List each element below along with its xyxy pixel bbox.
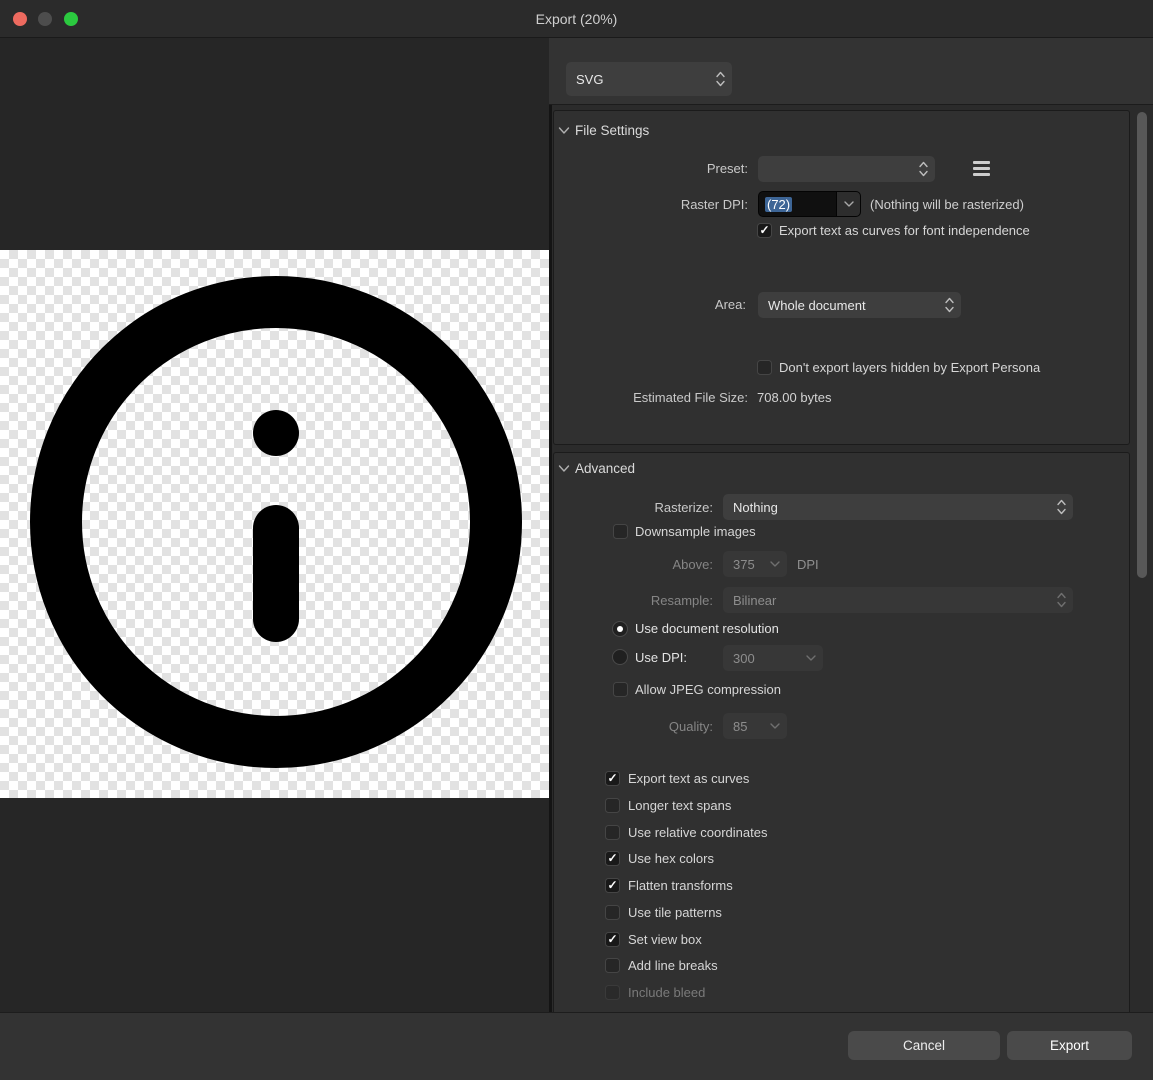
above-dpi-suffix: DPI (797, 557, 819, 573)
info-icon-artwork (0, 250, 549, 798)
stepper-icon (1057, 592, 1066, 608)
rasterize-select[interactable]: Nothing (723, 494, 1073, 520)
check-icon: ✓ (606, 879, 619, 892)
set-view-box-label: Set view box (628, 932, 702, 948)
raster-dpi-label: Raster DPI: (548, 197, 748, 213)
preset-label: Preset: (548, 161, 748, 177)
chevron-down-icon[interactable] (558, 464, 570, 473)
titlebar: Export (20%) (0, 0, 1153, 38)
dont-export-hidden-label: Don't export layers hidden by Export Per… (779, 360, 1040, 376)
export-text-curves-font-label: Export text as curves for font independe… (779, 223, 1030, 239)
include-bleed-label: Include bleed (628, 985, 705, 1001)
downsample-checkbox[interactable]: ✓ (613, 524, 628, 539)
set-view-box-checkbox[interactable]: ✓ (605, 932, 620, 947)
longer-text-spans-label: Longer text spans (628, 798, 731, 814)
check-icon: ✓ (758, 224, 771, 237)
use-dpi-select[interactable]: 300 (723, 645, 823, 671)
raster-dpi-value: (72) (765, 197, 792, 212)
check-icon: ✓ (606, 933, 619, 946)
use-tile-patterns-checkbox[interactable]: ✓ (605, 905, 620, 920)
raster-dpi-dropdown-button[interactable] (836, 191, 861, 217)
chevron-down-icon (770, 561, 780, 567)
export-button[interactable]: Export (1007, 1031, 1132, 1060)
rasterize-label: Rasterize: (513, 500, 713, 516)
use-dpi-select-value: 300 (733, 651, 755, 666)
use-relative-coordinates-checkbox[interactable]: ✓ (605, 825, 620, 840)
scrollbar-thumb[interactable] (1137, 112, 1147, 578)
cancel-button[interactable]: Cancel (848, 1031, 1000, 1060)
chevron-down-icon[interactable] (558, 126, 570, 135)
quality-label: Quality: (513, 719, 713, 735)
area-select[interactable]: Whole document (758, 292, 961, 318)
export-text-as-curves-checkbox[interactable]: ✓ (605, 771, 620, 786)
raster-dpi-note: (Nothing will be rasterized) (870, 197, 1024, 213)
quality-select[interactable]: 85 (723, 713, 787, 739)
dont-export-hidden-checkbox[interactable]: ✓ (757, 360, 772, 375)
above-label: Above: (513, 557, 713, 573)
use-hex-colors-checkbox[interactable]: ✓ (605, 851, 620, 866)
chevron-down-icon (844, 201, 854, 207)
add-line-breaks-label: Add line breaks (628, 958, 718, 974)
footer-bar: Cancel Export (0, 1012, 1153, 1080)
use-relative-coordinates-label: Use relative coordinates (628, 825, 767, 841)
preset-select[interactable] (758, 156, 935, 182)
above-select-value: 375 (733, 557, 755, 572)
preset-menu-icon[interactable] (973, 161, 990, 176)
add-line-breaks-checkbox[interactable]: ✓ (605, 958, 620, 973)
rasterize-select-value: Nothing (733, 500, 778, 515)
area-label: Area: (546, 297, 746, 313)
resample-select[interactable]: Bilinear (723, 587, 1073, 613)
use-dpi-label: Use DPI: (635, 650, 687, 666)
chevron-down-icon (806, 655, 816, 661)
resample-select-value: Bilinear (733, 593, 776, 608)
format-select-value: SVG (576, 72, 603, 87)
canvas-preview (0, 250, 549, 798)
include-bleed-checkbox: ✓ (605, 985, 620, 1000)
stepper-icon (716, 71, 725, 87)
check-icon: ✓ (606, 772, 619, 785)
allow-jpeg-checkbox[interactable]: ✓ (613, 682, 628, 697)
flatten-transforms-checkbox[interactable]: ✓ (605, 878, 620, 893)
resample-label: Resample: (513, 593, 713, 609)
downsample-label: Downsample images (635, 524, 756, 540)
longer-text-spans-checkbox[interactable]: ✓ (605, 798, 620, 813)
export-text-curves-font-checkbox[interactable]: ✓ (757, 223, 772, 238)
use-document-resolution-label: Use document resolution (635, 621, 779, 637)
estimated-size-label: Estimated File Size: (548, 390, 748, 406)
stepper-icon (1057, 499, 1066, 515)
use-tile-patterns-label: Use tile patterns (628, 905, 722, 921)
preview-pasteboard (0, 38, 549, 1012)
above-select[interactable]: 375 (723, 551, 787, 577)
format-select[interactable]: SVG (566, 62, 732, 96)
allow-jpeg-label: Allow JPEG compression (635, 682, 781, 698)
use-dpi-radio[interactable] (612, 649, 628, 665)
chevron-down-icon (770, 723, 780, 729)
file-settings-header[interactable]: File Settings (575, 123, 649, 139)
advanced-header[interactable]: Advanced (575, 461, 635, 477)
quality-select-value: 85 (733, 719, 747, 734)
use-hex-colors-label: Use hex colors (628, 851, 714, 867)
export-text-as-curves-label: Export text as curves (628, 771, 749, 787)
radio-dot-icon (617, 626, 623, 632)
export-dialog-window: Export (20%) SVG File Settings Preset: (0, 0, 1153, 1080)
stepper-icon (945, 297, 954, 313)
window-title: Export (20%) (0, 0, 1153, 38)
flatten-transforms-label: Flatten transforms (628, 878, 733, 894)
stepper-icon (919, 161, 928, 177)
check-icon: ✓ (606, 852, 619, 865)
estimated-size-value: 708.00 bytes (757, 390, 831, 406)
area-select-value: Whole document (768, 298, 866, 313)
raster-dpi-input[interactable]: (72) (758, 191, 836, 217)
use-document-resolution-radio[interactable] (612, 621, 628, 637)
